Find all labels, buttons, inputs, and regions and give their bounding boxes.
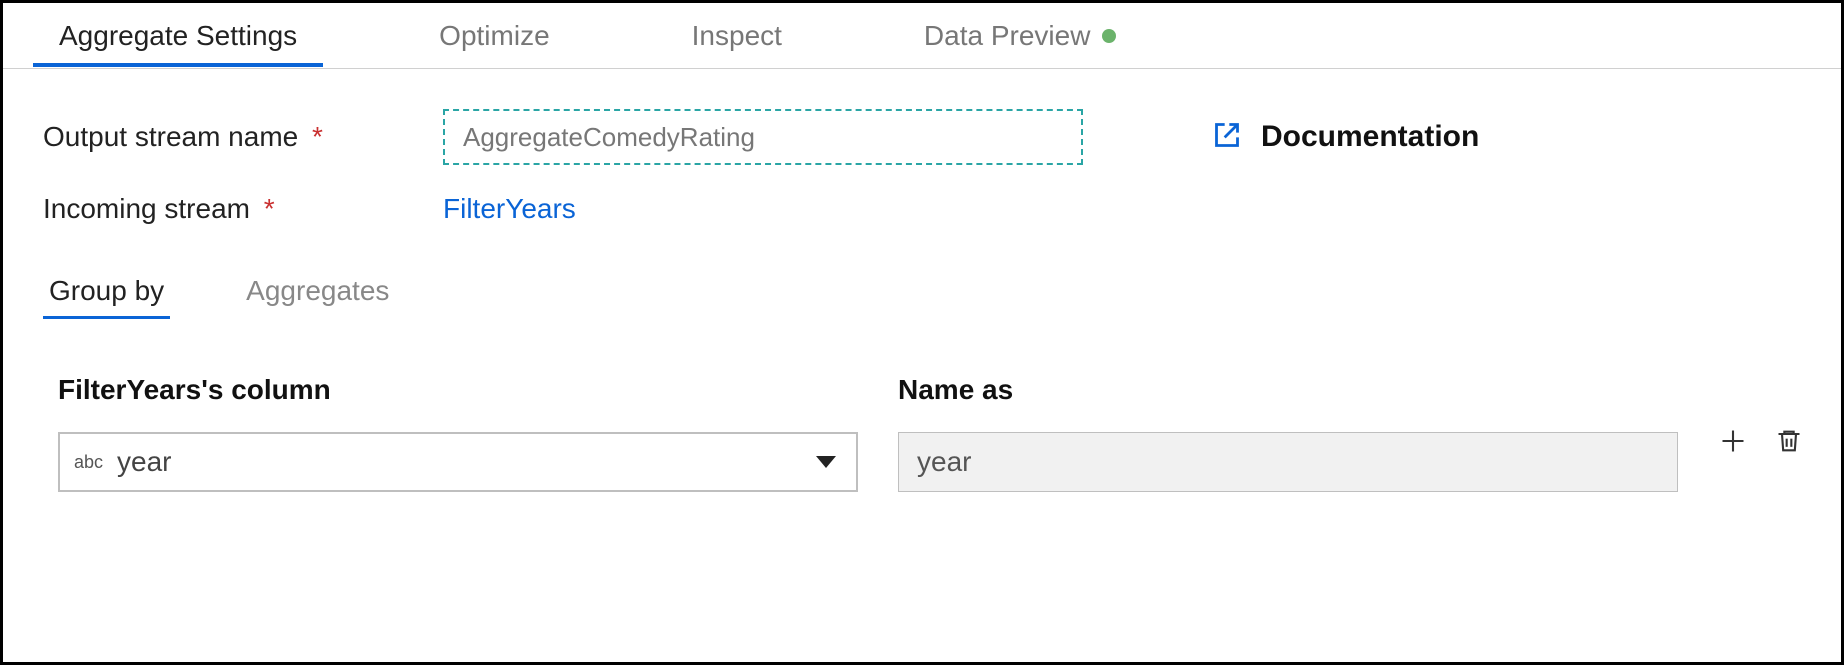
tab-label: Data Preview [924, 20, 1091, 52]
subtab-label: Aggregates [246, 275, 389, 306]
incoming-stream-row: Incoming stream * FilterYears [43, 193, 1801, 225]
type-badge: abc [74, 452, 103, 473]
column-selector-col: FilterYears's column abc year [58, 374, 858, 492]
chevron-down-icon [816, 456, 836, 468]
label-text: Output stream name [43, 121, 298, 152]
name-as-input[interactable] [898, 432, 1678, 492]
delete-row-button[interactable] [1774, 428, 1804, 458]
output-stream-input[interactable] [443, 109, 1083, 165]
column-dropdown[interactable]: abc year [58, 432, 858, 492]
subtab-label: Group by [49, 275, 164, 306]
label-text: Incoming stream [43, 193, 250, 224]
tab-inspect[interactable]: Inspect [666, 6, 808, 66]
output-stream-label: Output stream name * [43, 121, 443, 153]
trash-icon [1775, 427, 1803, 460]
sub-tabs: Group by Aggregates [43, 265, 1841, 319]
documentation-link[interactable]: Documentation [1213, 120, 1479, 154]
tab-aggregate-settings[interactable]: Aggregate Settings [33, 6, 323, 66]
incoming-stream-label: Incoming stream * [43, 193, 443, 225]
row-actions [1718, 428, 1804, 458]
tab-label: Optimize [439, 20, 549, 52]
incoming-stream-value[interactable]: FilterYears [443, 193, 576, 225]
subtab-group-by[interactable]: Group by [43, 265, 170, 319]
plus-icon [1719, 427, 1747, 460]
required-asterisk: * [312, 121, 323, 152]
column-header: FilterYears's column [58, 374, 858, 406]
column-value: year [117, 446, 816, 478]
output-stream-row: Output stream name * Documentation [43, 109, 1801, 165]
tab-optimize[interactable]: Optimize [413, 6, 575, 66]
aggregate-settings-panel: Aggregate Settings Optimize Inspect Data… [0, 0, 1844, 665]
group-by-grid: FilterYears's column abc year Name as [58, 374, 1801, 492]
form-area: Output stream name * Documentation Incom… [3, 69, 1841, 225]
name-as-header: Name as [898, 374, 1678, 406]
tab-label: Aggregate Settings [59, 20, 297, 52]
external-link-icon [1213, 121, 1241, 154]
tab-label: Inspect [692, 20, 782, 52]
name-as-col: Name as [898, 374, 1678, 492]
required-asterisk: * [264, 193, 275, 224]
tab-data-preview[interactable]: Data Preview [898, 6, 1143, 66]
top-tabs: Aggregate Settings Optimize Inspect Data… [3, 3, 1841, 69]
subtab-aggregates[interactable]: Aggregates [240, 265, 395, 319]
add-row-button[interactable] [1718, 428, 1748, 458]
documentation-label: Documentation [1261, 120, 1479, 154]
status-dot-icon [1102, 29, 1116, 43]
